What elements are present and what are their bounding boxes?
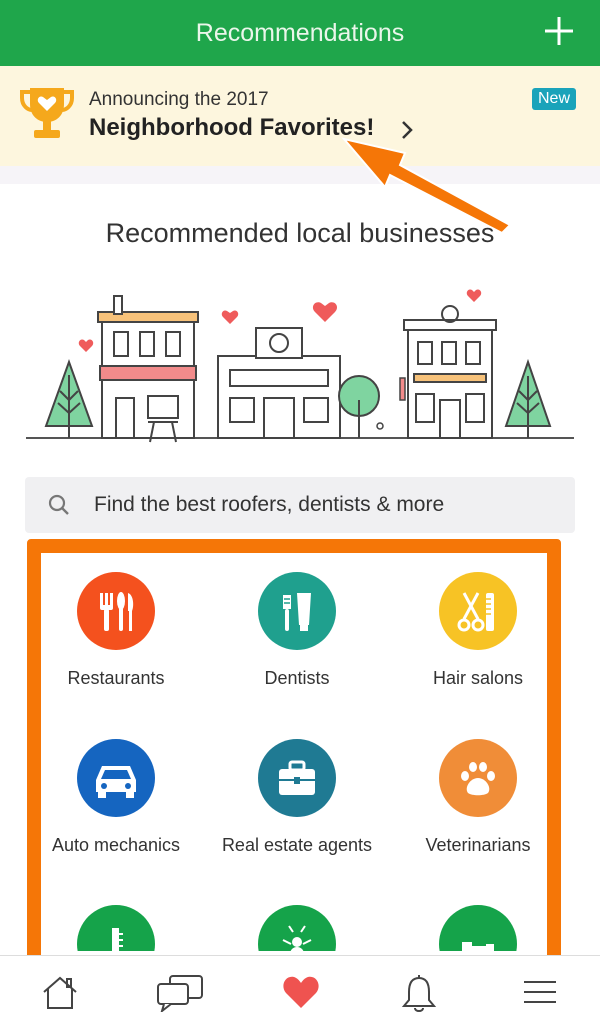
trophy-icon bbox=[20, 88, 74, 138]
thermometer-icon bbox=[77, 905, 155, 951]
new-badge: New bbox=[532, 88, 577, 110]
pipe-icon bbox=[439, 905, 517, 951]
home-icon[interactable] bbox=[40, 974, 80, 1012]
plus-icon[interactable] bbox=[544, 16, 574, 46]
category-pest-control[interactable] bbox=[207, 905, 387, 951]
ant-icon bbox=[258, 905, 336, 951]
category-contractors[interactable] bbox=[41, 905, 206, 951]
top-bar: Recommendations bbox=[0, 0, 600, 66]
menu-icon[interactable] bbox=[522, 974, 558, 1010]
bell-icon[interactable] bbox=[400, 974, 438, 1014]
section-heading: Recommended local businesses bbox=[105, 218, 495, 248]
chat-icon[interactable] bbox=[156, 974, 204, 1012]
search-placeholder: Find the best roofers, dentists & more bbox=[94, 493, 445, 516]
banner-announce-text: Announcing the 2017 bbox=[89, 89, 269, 110]
category-grid-viewport bbox=[41, 553, 547, 951]
category-plumbers[interactable] bbox=[388, 905, 547, 951]
heart-icon[interactable] bbox=[282, 974, 320, 1010]
page-title: Recommendations bbox=[195, 18, 405, 47]
search-bar[interactable]: Find the best roofers, dentists & more bbox=[25, 477, 575, 533]
search-icon bbox=[48, 494, 69, 515]
bottom-tab-bar bbox=[0, 955, 600, 1031]
town-illustration bbox=[26, 289, 574, 443]
